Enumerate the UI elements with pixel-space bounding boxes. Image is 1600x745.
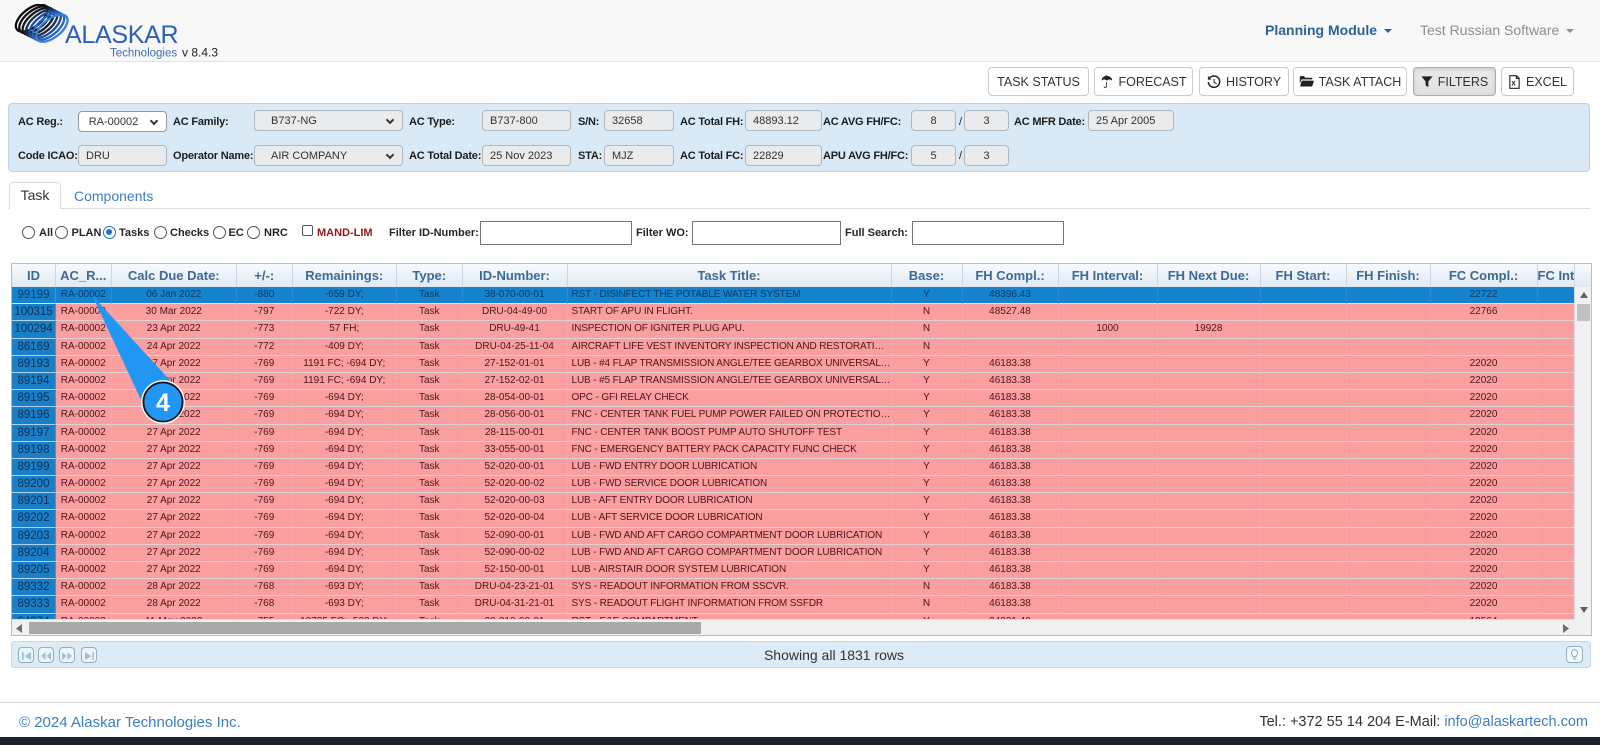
svg-text:ALASKAR: ALASKAR	[65, 21, 178, 49]
svg-text:x: x	[1511, 78, 1516, 87]
svg-text:v 8.4.3: v 8.4.3	[182, 46, 218, 60]
svg-text:Technologies: Technologies	[110, 48, 177, 60]
